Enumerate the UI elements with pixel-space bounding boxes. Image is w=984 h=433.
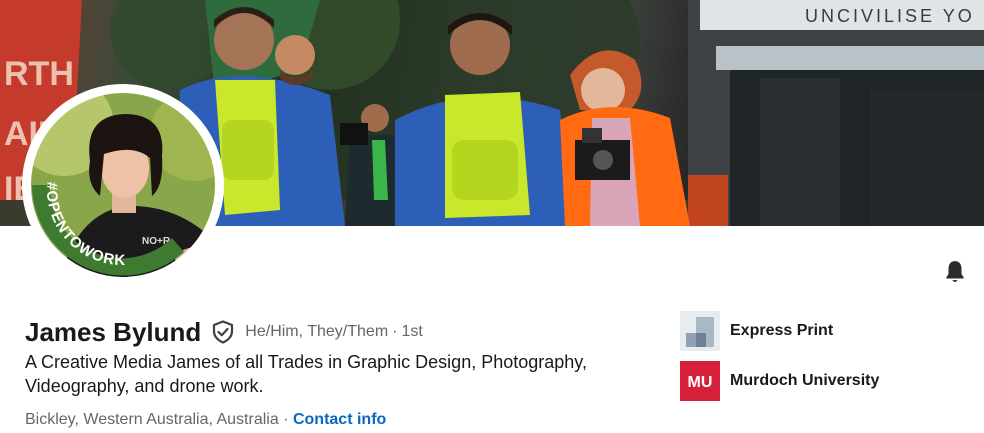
contact-info-link[interactable]: Contact info [293, 411, 386, 428]
shield-check-icon[interactable] [211, 320, 235, 344]
express-print-logo [680, 311, 720, 351]
profile-photo[interactable]: NO+R #OPENTOWORK [24, 86, 222, 284]
connection-degree: 1st [401, 323, 423, 340]
separator-dot: · [392, 323, 398, 340]
notifications-bell-button[interactable] [940, 257, 970, 287]
org-name-express-print: Express Print [730, 322, 834, 339]
org-express-print[interactable]: Express Print [680, 311, 833, 351]
name-row: James Bylund He/Him, They/Them · 1st [25, 314, 423, 350]
profile-headline: A Creative Media James of all Trades in … [25, 352, 587, 396]
profile-photo-image: NO+R #OPENTOWORK [27, 89, 219, 281]
location-row: Bickley, Western Australia, Australia · … [25, 409, 386, 431]
svg-text:MU: MU [688, 374, 713, 391]
org-murdoch-university[interactable]: MU Murdoch University [680, 361, 879, 401]
pronouns: He/Him, They/Them [245, 323, 389, 340]
profile-location: Bickley, Western Australia, Australia [25, 411, 279, 428]
bell-icon [946, 261, 964, 283]
org-name-murdoch-university: Murdoch University [730, 372, 880, 389]
profile-name: James Bylund [25, 316, 202, 347]
murdoch-university-logo: MU [680, 361, 720, 401]
location-separator: · [283, 411, 289, 428]
banner-sign-text: UNCIVILISE YO [805, 6, 975, 26]
